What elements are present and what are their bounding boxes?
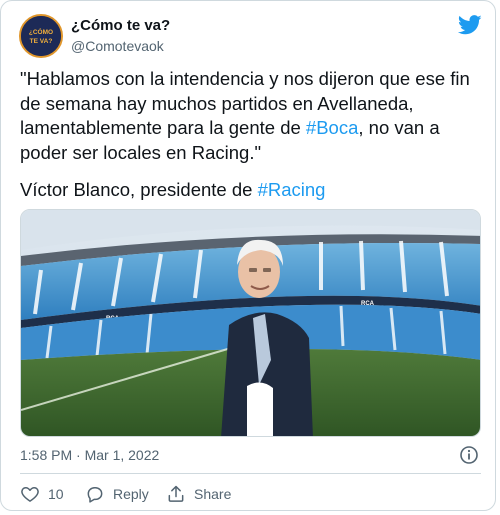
attribution-text: Víctor Blanco, presidente de — [20, 179, 258, 200]
account-name[interactable]: ¿Cómo te va? — [71, 17, 170, 34]
heart-icon — [21, 487, 39, 502]
tweet-text: "Hablamos con la intendencia y nos dijer… — [20, 67, 485, 165]
avatar-logo-icon: ¿CÓMO TE VA? — [21, 16, 61, 56]
hashtag-boca-link[interactable]: #Boca — [306, 117, 358, 138]
share-button[interactable]: Share — [166, 483, 231, 505]
tweet-card[interactable]: ¿CÓMO TE VA? ¿Cómo te va? @Comotevaok "H… — [0, 0, 496, 511]
like-count: 10 — [48, 486, 64, 502]
info-icon[interactable] — [459, 445, 479, 465]
stadium-photo: RCA RCA — [21, 210, 480, 436]
tweet-timestamp[interactable]: 1:58 PM · Mar 1, 2022 — [20, 447, 159, 463]
svg-text:TE VA?: TE VA? — [30, 38, 53, 45]
twitter-bird-icon[interactable] — [458, 15, 482, 35]
svg-text:¿CÓMO: ¿CÓMO — [29, 27, 53, 36]
reply-button[interactable]: Reply — [85, 483, 149, 505]
tweet-attribution: Víctor Blanco, presidente de #Racing — [20, 178, 485, 203]
reply-label: Reply — [113, 486, 149, 502]
like-button[interactable]: 10 — [20, 483, 64, 505]
profile-avatar[interactable]: ¿CÓMO TE VA? — [19, 14, 63, 58]
hashtag-racing-link[interactable]: #Racing — [258, 179, 326, 200]
tweet-photo[interactable]: RCA RCA — [20, 209, 481, 437]
account-handle[interactable]: @Comotevaok — [71, 38, 164, 54]
share-upload-icon — [168, 485, 184, 502]
divider — [20, 473, 481, 474]
share-label: Share — [194, 486, 232, 502]
reply-bubble-icon — [87, 487, 103, 503]
